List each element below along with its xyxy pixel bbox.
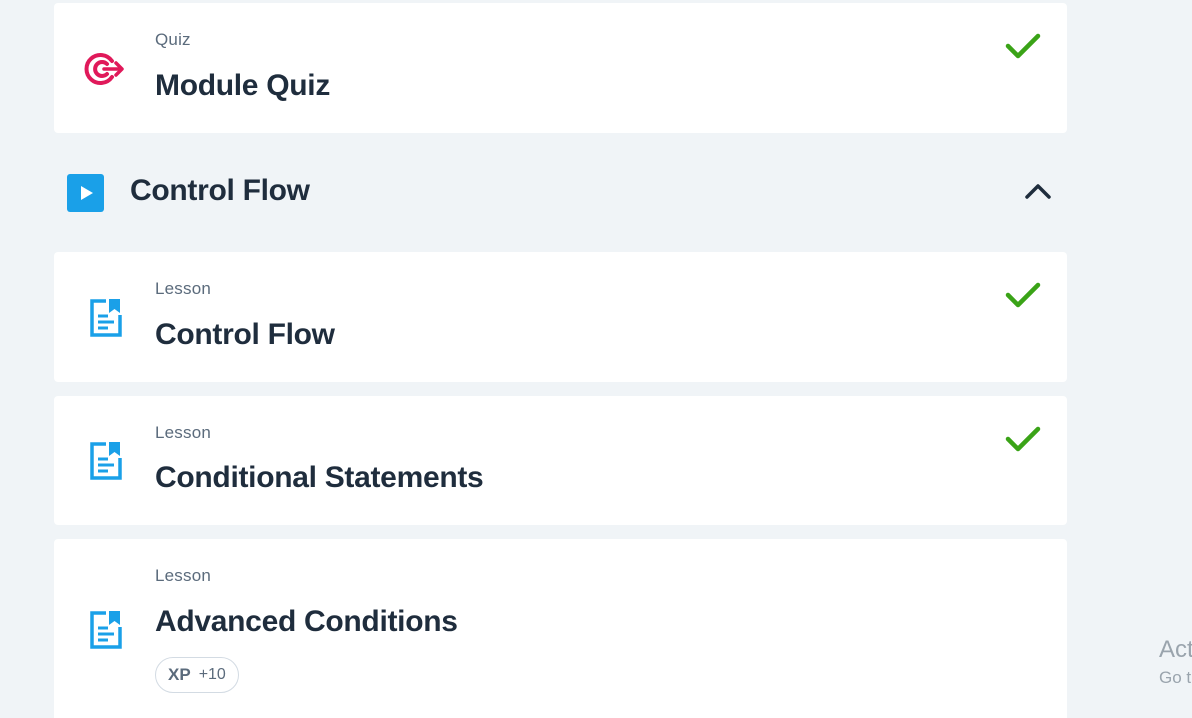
xp-value: +10 (198, 666, 226, 683)
watermark-line-2: Go t (1159, 668, 1192, 687)
document-icon (90, 442, 122, 480)
document-icon (90, 611, 122, 649)
target-icon (84, 53, 124, 85)
watermark-line-1: Act (1159, 636, 1192, 663)
item-type-label: Lesson (155, 566, 212, 585)
item-title: Control Flow (155, 318, 335, 351)
item-title: Advanced Conditions (155, 605, 458, 638)
check-icon (1005, 282, 1041, 308)
section-title: Control Flow (130, 174, 310, 207)
item-type-label: Lesson (155, 423, 212, 442)
activation-watermark: Act Go t (1159, 636, 1192, 688)
xp-badge: XP +10 (155, 657, 239, 693)
lesson-card[interactable]: Lesson Conditional Statements (54, 396, 1067, 525)
section-header[interactable]: Control Flow (54, 160, 1067, 228)
check-icon (1005, 426, 1041, 452)
xp-label: XP (168, 665, 191, 684)
chevron-up-icon[interactable] (1023, 180, 1053, 202)
quiz-card[interactable]: Quiz Module Quiz (54, 3, 1067, 133)
lesson-card[interactable]: Lesson Advanced Conditions XP +10 (54, 539, 1067, 718)
item-type-label: Quiz (155, 30, 191, 49)
check-icon (1005, 33, 1041, 59)
play-icon (67, 174, 104, 212)
item-title: Conditional Statements (155, 461, 484, 494)
item-title: Module Quiz (155, 69, 331, 102)
document-icon (90, 299, 122, 337)
lesson-card[interactable]: Lesson Control Flow (54, 252, 1067, 382)
item-type-label: Lesson (155, 279, 212, 298)
